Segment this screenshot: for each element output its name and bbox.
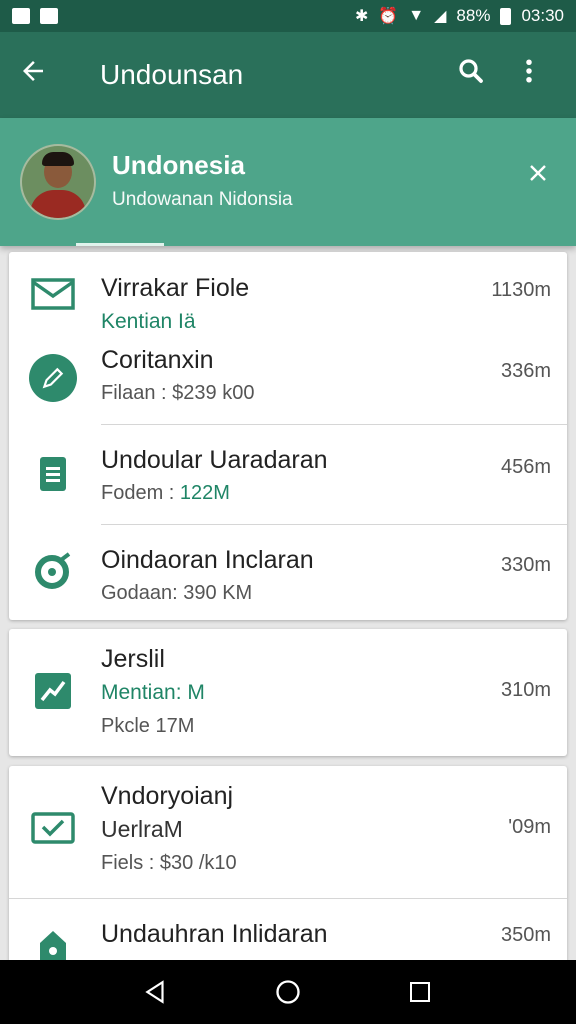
page-title: Undounsan — [100, 59, 244, 90]
profile-name: Undonesia — [112, 150, 245, 180]
status-bar: ✱ ⏰ ▼ ◢ 88% 03:30 — [0, 0, 576, 32]
close-icon[interactable] — [526, 160, 550, 192]
app-bar: Undounsan — [0, 32, 576, 118]
list-card: Vndoryoianj UerlraM Fiels : $30 /k10 '09… — [9, 766, 567, 966]
signal-icon: ◢ — [434, 8, 447, 25]
item-title: Oindaoran Inclaran — [101, 546, 314, 574]
avatar[interactable] — [20, 144, 96, 220]
navigation-bar — [0, 960, 576, 1024]
list-item[interactable]: Undoular Uaradaran Fodem : 122M 456m — [9, 424, 567, 524]
item-distance: 1130m — [491, 279, 551, 301]
item-detail: Fodem : 122M — [101, 482, 230, 504]
item-distance: 350m — [500, 924, 551, 946]
item-distance: 456m — [500, 456, 551, 478]
item-title: Virrakar Fiole — [101, 274, 250, 302]
wifi-icon: ▼ — [408, 7, 425, 24]
item-title: Undoular Uaradaran — [101, 446, 328, 474]
back-nav-icon[interactable] — [136, 972, 176, 1012]
list-item[interactable]: Coritanxin Filaan : $239 k00 336m — [9, 342, 567, 424]
item-distance: 310m — [500, 679, 551, 701]
play-notification-icon — [40, 8, 58, 24]
search-icon[interactable] — [442, 56, 500, 94]
back-arrow-icon[interactable] — [18, 56, 70, 95]
home-nav-icon[interactable] — [268, 972, 308, 1012]
alarm-icon: ⏰ — [378, 8, 399, 25]
item-title: Jerslil — [101, 645, 165, 673]
item-subtitle: Mentian: M — [101, 681, 205, 704]
clock: 03:30 — [521, 6, 564, 25]
profile-banner: Undonesia Undowanan Nidonsia — [0, 118, 576, 246]
target-icon — [31, 548, 75, 592]
mail-icon — [31, 272, 75, 316]
list-item[interactable]: Oindaoran Inclaran Godaan: 390 KM 330m — [9, 524, 567, 620]
list-item[interactable]: Jerslil Mentian: M Pkcle 17M 310m — [9, 629, 567, 756]
item-subtitle: Kentian Iä — [101, 310, 196, 333]
list-card: Virrakar Fiole Kentian Iä 1130m Coritanx… — [9, 252, 567, 620]
tab-indicator — [76, 243, 164, 246]
profile-subtitle: Undowanan Nidonsia — [112, 189, 293, 210]
trend-icon — [31, 669, 75, 713]
list-item[interactable]: Undauhran Inlidaran 350m — [9, 898, 567, 966]
battery-percent: 88% — [456, 6, 491, 25]
item-subtitle: UerlraM — [101, 816, 183, 842]
item-distance: '09m — [508, 816, 551, 838]
check-mail-icon — [31, 806, 75, 850]
list-card: Jerslil Mentian: M Pkcle 17M 310m — [9, 629, 567, 756]
more-vert-icon[interactable] — [500, 56, 558, 94]
item-detail: Godaan: 390 KM — [101, 582, 253, 604]
edit-icon — [29, 354, 77, 402]
item-title: Coritanxin — [101, 346, 214, 374]
item-detail: Pkcle 17M — [101, 715, 195, 737]
item-title: Vndoryoianj — [101, 782, 234, 810]
document-icon — [31, 452, 75, 496]
item-detail: Filaan : $239 k00 — [101, 382, 255, 404]
item-title: Undauhran Inlidaran — [101, 920, 328, 948]
image-notification-icon — [12, 8, 30, 24]
bluetooth-icon: ✱ — [354, 8, 369, 25]
list-item[interactable]: Vndoryoianj UerlraM Fiels : $30 /k10 '09… — [9, 766, 567, 898]
item-detail: Fiels : $30 /k10 — [101, 852, 237, 874]
battery-icon — [500, 7, 512, 25]
item-distance: 336m — [500, 360, 551, 382]
item-distance: 330m — [500, 554, 551, 576]
recents-nav-icon[interactable] — [400, 972, 440, 1012]
